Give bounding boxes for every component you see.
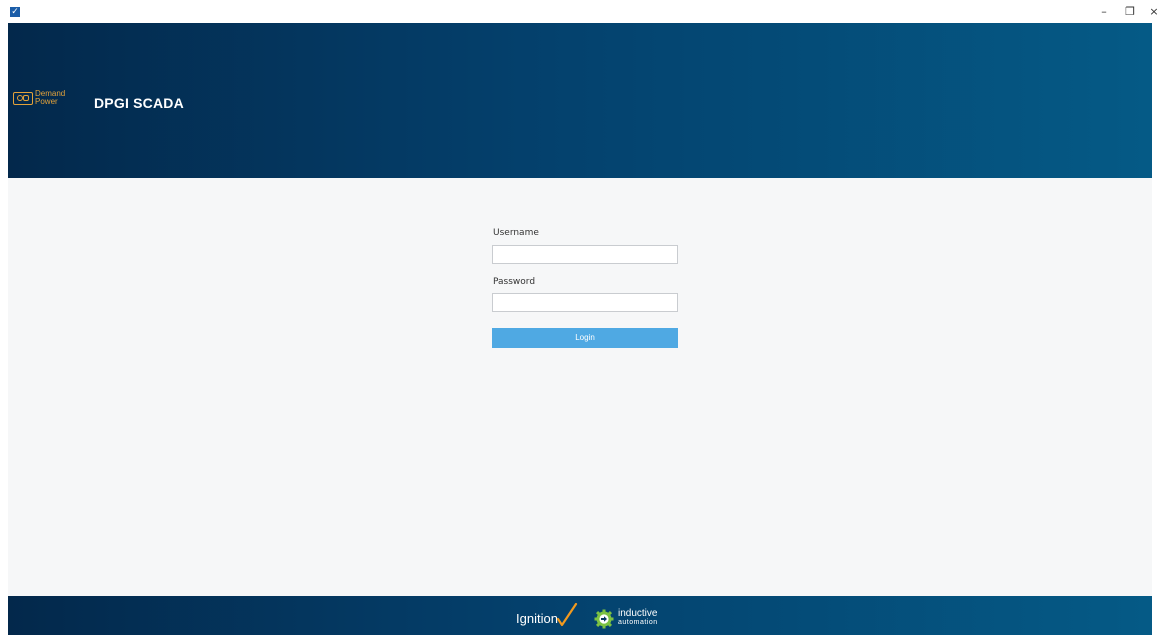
password-label: Password: [493, 277, 536, 287]
restore-icon[interactable]: ❐: [1122, 6, 1138, 18]
demand-power-logo: Demand Power: [13, 90, 71, 108]
minimize-icon[interactable]: –: [1096, 6, 1112, 18]
inductive-automation-text: inductive automation: [618, 608, 658, 627]
header-banner: Demand Power DPGI SCADA: [8, 23, 1152, 178]
username-label: Username: [493, 228, 539, 238]
gear-arrow-icon: [594, 609, 614, 629]
window-titlebar: ✓ – ❐ ×: [0, 0, 1160, 23]
footer-banner: Ignition inductive automation: [8, 596, 1152, 635]
demand-power-logo-text: Demand Power: [35, 90, 65, 106]
ignition-check-icon: [556, 603, 578, 627]
right-border: [1152, 23, 1160, 635]
demand-power-logo-mark-icon: [13, 92, 33, 105]
logo-line-2: Power: [35, 97, 58, 106]
login-button[interactable]: Login: [492, 328, 678, 348]
close-icon[interactable]: ×: [1146, 6, 1160, 18]
automation-text: automation: [618, 619, 658, 626]
app-checkbox-icon: ✓: [10, 7, 20, 17]
inductive-text: inductive: [618, 608, 658, 619]
login-page-body: Username Password Login: [8, 178, 1152, 596]
password-input[interactable]: [492, 293, 678, 312]
app-title: DPGI SCADA: [94, 95, 184, 111]
ignition-logo-text: Ignition: [516, 611, 558, 626]
username-input[interactable]: [492, 245, 678, 264]
left-border: [0, 23, 8, 635]
ignition-logo: Ignition: [516, 603, 578, 628]
